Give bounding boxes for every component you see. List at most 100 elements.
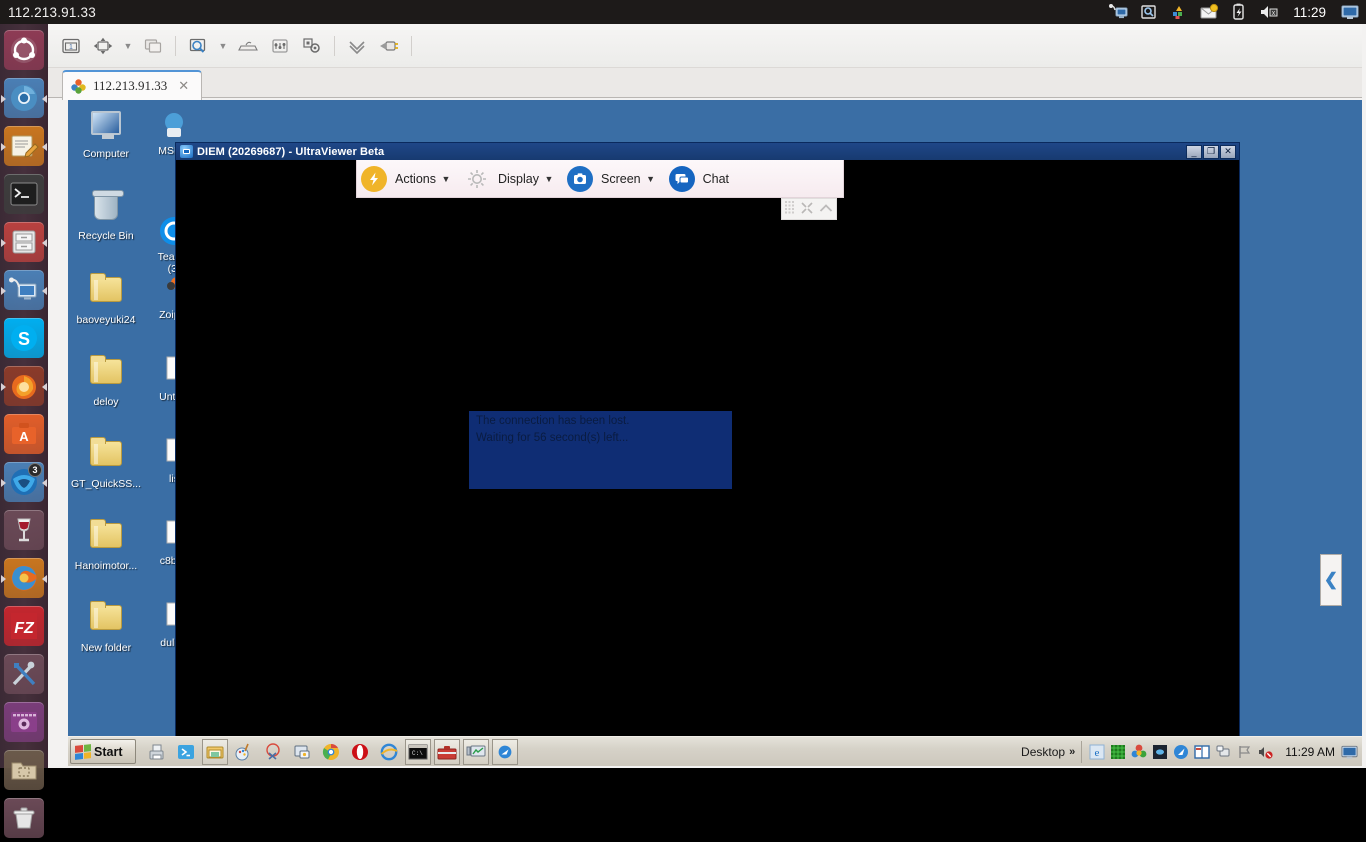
minimize-button[interactable] bbox=[342, 31, 372, 61]
screenshot-dropdown-button[interactable]: ▼ bbox=[215, 31, 231, 61]
desktop-icon-hanoimotor[interactable]: Hanoimotor... bbox=[68, 518, 144, 572]
desktop-toolbar-label[interactable]: Desktop bbox=[1021, 745, 1069, 759]
file-manager-launcher-item[interactable] bbox=[0, 746, 48, 794]
uv-maximize-button[interactable]: ❐ bbox=[1203, 144, 1219, 159]
desktop-icon-new-folder[interactable]: New folder bbox=[68, 600, 144, 654]
uv-minimize-button[interactable]: _ bbox=[1186, 144, 1202, 159]
taskbar-item-monitor-app[interactable] bbox=[463, 738, 489, 765]
battery-tray-icon[interactable] bbox=[1229, 3, 1249, 21]
actions-menu[interactable]: Actions ▼ bbox=[357, 160, 460, 198]
ultraviewer-window[interactable]: DIEM (20269687) - UltraViewer Beta _ ❐ ✕ bbox=[175, 142, 1240, 756]
tray-icon-network[interactable] bbox=[1214, 743, 1231, 760]
chevron-down-icon[interactable]: ▼ bbox=[539, 174, 559, 184]
remote-taskbar-clock[interactable]: 11:29 AM bbox=[1279, 745, 1341, 759]
chevron-up-icon[interactable] bbox=[819, 202, 833, 216]
tools-button[interactable] bbox=[297, 31, 327, 61]
remote-windows-desktop[interactable]: Computer MSEIn Recycle Bin TeamV (3) bao… bbox=[68, 100, 1362, 766]
text-editor-icon bbox=[4, 126, 44, 166]
autofit-window-button[interactable] bbox=[88, 31, 118, 61]
search-tray-icon[interactable] bbox=[1139, 3, 1159, 21]
ultraviewer-remote-canvas[interactable]: Actions ▼ Display ▼ Screen ▼ Chat The co… bbox=[176, 160, 1239, 755]
screen-menu[interactable]: Screen ▼ bbox=[563, 160, 665, 198]
chromium-launcher-item[interactable] bbox=[0, 74, 48, 122]
tray-icon-volume-muted[interactable] bbox=[1256, 743, 1273, 760]
taskbar-icon-explorer[interactable] bbox=[202, 738, 228, 765]
skype-launcher-item[interactable]: S bbox=[0, 314, 48, 362]
remmina-right-filler bbox=[1362, 24, 1366, 768]
trash-launcher-item[interactable] bbox=[0, 794, 48, 842]
mail-tray-icon[interactable] bbox=[1199, 3, 1219, 21]
remote-session-viewport[interactable]: Computer MSEIn Recycle Bin TeamV (3) bao… bbox=[68, 100, 1362, 766]
disconnect-button[interactable] bbox=[374, 31, 404, 61]
desktop-icon-gt-quickss[interactable]: GT_QuickSS... bbox=[68, 436, 144, 490]
host-window-title: 112.213.91.33 bbox=[8, 4, 96, 20]
toggle-fullscreen-button[interactable]: 1 bbox=[56, 31, 86, 61]
collapse-icon[interactable] bbox=[801, 201, 814, 217]
host-top-panel: 112.213.91.33 x 11:29 bbox=[0, 0, 1366, 24]
preferences-button[interactable] bbox=[265, 31, 295, 61]
uv-close-button[interactable]: ✕ bbox=[1220, 144, 1236, 159]
thunderbird-launcher-item[interactable]: 3 bbox=[0, 458, 48, 506]
desktop-icon-computer[interactable]: Computer bbox=[68, 108, 144, 160]
tray-icon-ultraviewer[interactable] bbox=[1172, 743, 1189, 760]
taskbar-icon-powershell[interactable] bbox=[173, 739, 199, 765]
system-tools-launcher-item[interactable] bbox=[0, 650, 48, 698]
display-menu[interactable]: Display ▼ bbox=[460, 160, 563, 198]
desktop-icon-recycle-bin[interactable]: Recycle Bin bbox=[68, 190, 144, 242]
volume-muted-tray-icon[interactable]: x bbox=[1259, 3, 1279, 21]
remmina-panel-toggle[interactable]: ❮ bbox=[1320, 554, 1342, 606]
host-clock[interactable]: 11:29 bbox=[1289, 5, 1330, 20]
tray-icon-green-grid[interactable] bbox=[1109, 743, 1126, 760]
media-player-launcher-item[interactable] bbox=[0, 698, 48, 746]
toolbar-overflow-chevron[interactable]: » bbox=[1069, 746, 1081, 758]
software-center-launcher-item[interactable]: A bbox=[0, 410, 48, 458]
taskbar-item-toolbox[interactable] bbox=[434, 738, 460, 765]
wine-launcher-item[interactable] bbox=[0, 506, 48, 554]
chat-button[interactable]: Chat bbox=[665, 160, 733, 198]
connection-tab[interactable]: 112.213.91.33 ✕ bbox=[62, 70, 202, 100]
taskbar-icon-snipping-tool[interactable] bbox=[260, 739, 286, 765]
chevron-down-icon[interactable]: ▼ bbox=[641, 174, 661, 184]
taskbar-item-ultraviewer[interactable] bbox=[492, 738, 518, 765]
remmina-toolbar: 1 ▼ ▼ bbox=[48, 24, 1366, 68]
tray-icon-flag[interactable] bbox=[1235, 743, 1252, 760]
close-icon[interactable]: ✕ bbox=[178, 78, 189, 94]
ultraviewer-titlebar[interactable]: DIEM (20269687) - UltraViewer Beta _ ❐ ✕ bbox=[176, 143, 1239, 160]
screenshot-button[interactable] bbox=[183, 31, 213, 61]
firefox-dev-launcher-item[interactable] bbox=[0, 362, 48, 410]
scale-dropdown-button[interactable]: ▼ bbox=[120, 31, 136, 61]
desktop-icon-deloy[interactable]: deloy bbox=[68, 354, 144, 408]
tray-icon-colorful[interactable] bbox=[1130, 743, 1147, 760]
taskbar-item-command-prompt[interactable]: C:\ bbox=[405, 738, 431, 765]
taskbar-icon-network-printer[interactable] bbox=[144, 739, 170, 765]
tray-icon-dark-blue[interactable] bbox=[1151, 743, 1168, 760]
drag-handle-icon[interactable] bbox=[784, 201, 796, 217]
remmina-launcher-item[interactable] bbox=[0, 266, 48, 314]
vlc-tray-icon[interactable] bbox=[1169, 3, 1189, 21]
start-button[interactable]: Start bbox=[70, 739, 136, 764]
show-desktop-button[interactable] bbox=[1341, 743, 1358, 760]
notification-badge: 3 bbox=[28, 463, 42, 477]
desktop-icon-baoveyuki24[interactable]: baoveyuki24 bbox=[68, 272, 144, 326]
keyboard-grab-button[interactable] bbox=[233, 31, 263, 61]
ubuntu-dash-launcher-item[interactable] bbox=[0, 26, 48, 74]
session-indicator-icon[interactable] bbox=[1340, 3, 1360, 21]
remmina-icon bbox=[4, 270, 44, 310]
tray-icon-ie[interactable]: e bbox=[1088, 743, 1105, 760]
multi-monitor-button[interactable] bbox=[138, 31, 168, 61]
terminal-launcher-item[interactable] bbox=[0, 170, 48, 218]
remmina-tab-bar: 112.213.91.33 ✕ bbox=[48, 68, 1366, 100]
taskbar-icon-internet-explorer[interactable] bbox=[376, 739, 402, 765]
text-editor-launcher-item[interactable] bbox=[0, 122, 48, 170]
chevron-down-icon[interactable]: ▼ bbox=[436, 174, 456, 184]
taskbar-icon-chrome[interactable] bbox=[318, 739, 344, 765]
filezilla-launcher-item[interactable]: FZ bbox=[0, 602, 48, 650]
taskbar-icon-opera[interactable] bbox=[347, 739, 373, 765]
remote-desktop-tray-icon[interactable] bbox=[1109, 3, 1129, 21]
taskbar-icon-paint[interactable] bbox=[231, 739, 257, 765]
terminal-icon bbox=[4, 174, 44, 214]
firefox-launcher-item[interactable] bbox=[0, 554, 48, 602]
taskbar-icon-remote-app[interactable] bbox=[289, 739, 315, 765]
tray-icon-window-app[interactable] bbox=[1193, 743, 1210, 760]
files-launcher-item[interactable] bbox=[0, 218, 48, 266]
